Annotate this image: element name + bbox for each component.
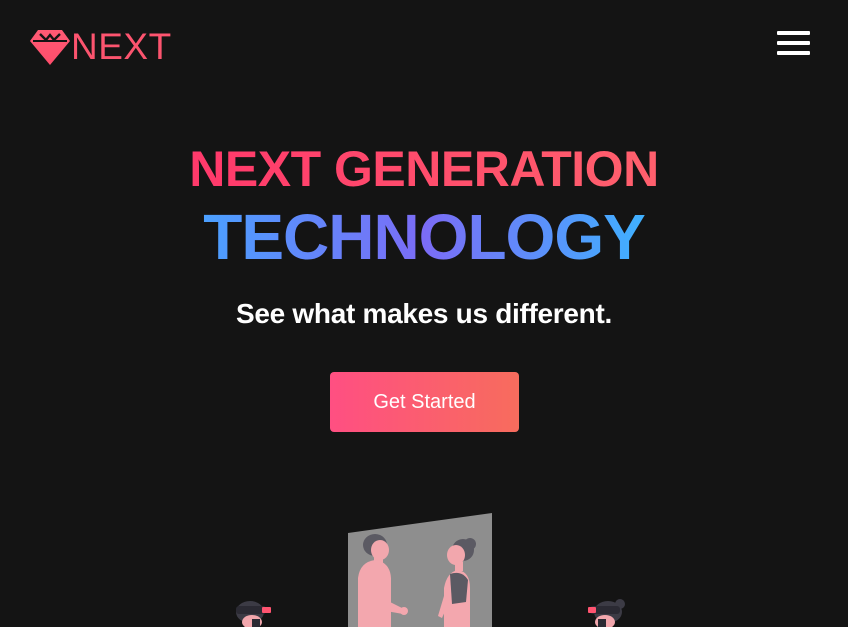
hero-heading-line1: NEXT GENERATION (0, 140, 848, 198)
page: NEXT NEXT GENERATION TECHNOLOGY See what… (0, 0, 848, 627)
menu-bar-top (777, 31, 810, 35)
hamburger-menu-icon[interactable] (777, 30, 810, 57)
logo-link[interactable]: NEXT (30, 28, 172, 66)
menu-bar-middle (777, 41, 810, 45)
hero-subtitle: See what makes us different. (236, 298, 612, 329)
vr-people-illustration (236, 513, 625, 627)
logo-text: NEXT (71, 26, 172, 67)
navbar: NEXT (0, 0, 848, 94)
diamond-gem-icon (30, 30, 70, 65)
hero-heading-line2: TECHNOLOGY (203, 201, 646, 273)
hero-heading-line2-wrapper: TECHNOLOGY (0, 201, 848, 273)
menu-bar-bottom (777, 51, 810, 55)
right-vr-person (588, 599, 625, 627)
left-vr-person (236, 601, 271, 627)
get-started-button[interactable]: Get Started (330, 372, 519, 432)
